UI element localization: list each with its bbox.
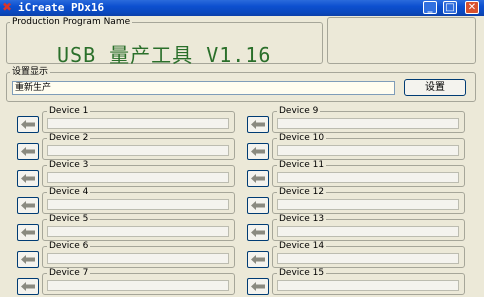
arrow-left-icon bbox=[251, 255, 265, 264]
device-status-field bbox=[277, 280, 459, 291]
device-slot: Device 10 bbox=[247, 133, 465, 162]
device-status-field bbox=[47, 199, 229, 210]
device-slot: Device 9 bbox=[247, 106, 465, 135]
arrow-left-icon bbox=[251, 228, 265, 237]
device-arrow-button[interactable] bbox=[247, 143, 269, 160]
close-button[interactable]: ✕ bbox=[465, 1, 479, 14]
arrow-left-icon bbox=[21, 201, 35, 210]
device-label: Device 14 bbox=[277, 241, 327, 251]
production-program-legend: Production Program Name bbox=[12, 17, 131, 27]
device-slot: Device 7 bbox=[17, 268, 235, 297]
device-arrow-button[interactable] bbox=[17, 251, 39, 268]
device-status-field bbox=[47, 253, 229, 264]
device-status-field bbox=[47, 280, 229, 291]
program-title: USB 量产工具 V1.16 bbox=[57, 43, 272, 67]
arrow-left-icon bbox=[21, 228, 35, 237]
device-label: Device 9 bbox=[277, 106, 321, 116]
device-slot: Device 6 bbox=[17, 241, 235, 270]
arrow-left-icon bbox=[251, 282, 265, 291]
device-label: Device 13 bbox=[277, 214, 327, 224]
device-slot: Device 1 bbox=[17, 106, 235, 135]
device-arrow-button[interactable] bbox=[247, 251, 269, 268]
device-slot: Device 5 bbox=[17, 214, 235, 243]
device-arrow-button[interactable] bbox=[17, 278, 39, 295]
device-label: Device 15 bbox=[277, 268, 327, 278]
device-slot: Device 3 bbox=[17, 160, 235, 189]
device-arrow-button[interactable] bbox=[17, 170, 39, 187]
device-slot: Device 12 bbox=[247, 187, 465, 216]
device-label: Device 2 bbox=[47, 133, 91, 143]
device-slot: Device 15 bbox=[247, 268, 465, 297]
device-label: Device 3 bbox=[47, 160, 91, 170]
device-label: Device 7 bbox=[47, 268, 91, 278]
device-arrow-button[interactable] bbox=[247, 278, 269, 295]
device-arrow-button[interactable] bbox=[17, 116, 39, 133]
device-arrow-button[interactable] bbox=[247, 170, 269, 187]
device-slot: Device 4 bbox=[17, 187, 235, 216]
arrow-left-icon bbox=[21, 282, 35, 291]
device-label: Device 6 bbox=[47, 241, 91, 251]
device-label: Device 1 bbox=[47, 106, 91, 116]
app-icon: ✖ bbox=[2, 0, 13, 14]
device-slot: Device 14 bbox=[247, 241, 465, 270]
arrow-left-icon bbox=[21, 255, 35, 264]
settings-button[interactable]: 设置 bbox=[404, 79, 466, 96]
device-label: Device 10 bbox=[277, 133, 327, 143]
device-status-field bbox=[277, 199, 459, 210]
device-label: Device 5 bbox=[47, 214, 91, 224]
arrow-left-icon bbox=[21, 120, 35, 129]
device-status-field bbox=[47, 226, 229, 237]
device-status-field bbox=[277, 253, 459, 264]
arrow-left-icon bbox=[251, 174, 265, 183]
device-label: Device 4 bbox=[47, 187, 91, 197]
device-status-field bbox=[277, 118, 459, 129]
device-slot: Device 2 bbox=[17, 133, 235, 162]
arrow-left-icon bbox=[251, 201, 265, 210]
device-slot: Device 11 bbox=[247, 160, 465, 189]
device-label: Device 11 bbox=[277, 160, 327, 170]
device-arrow-button[interactable] bbox=[17, 224, 39, 241]
info-group bbox=[327, 17, 476, 64]
device-arrow-button[interactable] bbox=[247, 224, 269, 241]
settings-display-field[interactable]: 重新生产 bbox=[12, 81, 395, 95]
maximize-button[interactable]: □ bbox=[443, 1, 457, 14]
settings-legend: 设置显示 bbox=[12, 67, 49, 77]
device-status-field bbox=[277, 226, 459, 237]
minimize-button[interactable]: _ bbox=[423, 1, 437, 14]
arrow-left-icon bbox=[21, 174, 35, 183]
device-label: Device 12 bbox=[277, 187, 327, 197]
device-arrow-button[interactable] bbox=[247, 116, 269, 133]
production-program-group: Production Program Name USB 量产工具 V1.16 bbox=[6, 17, 323, 67]
device-status-field bbox=[277, 145, 459, 156]
arrow-left-icon bbox=[251, 147, 265, 156]
device-arrow-button[interactable] bbox=[17, 197, 39, 214]
window-title: iCreate PDx16 bbox=[18, 1, 105, 14]
title-bar[interactable]: ✖ iCreate PDx16 _ □ ✕ bbox=[0, 0, 484, 16]
device-arrow-button[interactable] bbox=[247, 197, 269, 214]
device-status-field bbox=[47, 145, 229, 156]
device-arrow-button[interactable] bbox=[17, 143, 39, 160]
device-status-field bbox=[47, 172, 229, 183]
arrow-left-icon bbox=[251, 120, 265, 129]
arrow-left-icon bbox=[21, 147, 35, 156]
device-status-field bbox=[277, 172, 459, 183]
device-status-field bbox=[47, 118, 229, 129]
device-slot: Device 13 bbox=[247, 214, 465, 243]
